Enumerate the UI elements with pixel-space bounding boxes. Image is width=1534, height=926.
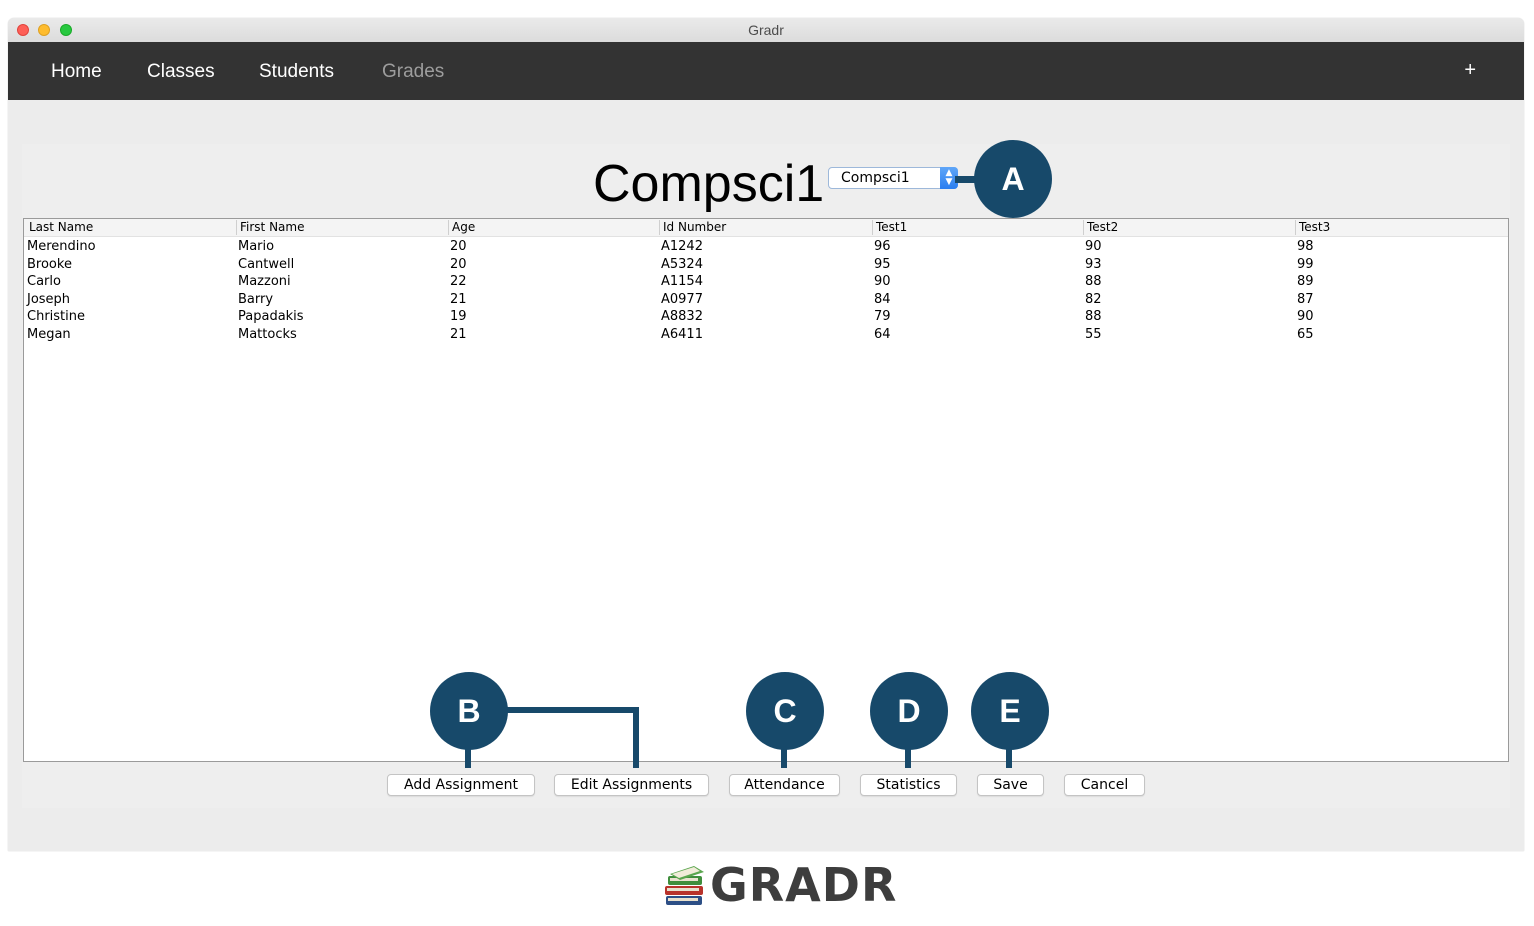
- table-cell: 22: [450, 274, 467, 289]
- table-cell: A1154: [661, 274, 703, 289]
- table-row[interactable]: Joseph Barry 21 A0977 84 82 87: [24, 291, 1508, 309]
- table-cell: Mazzoni: [238, 274, 291, 289]
- table-cell: Papadakis: [238, 309, 304, 324]
- attendance-button[interactable]: Attendance: [729, 774, 840, 796]
- table-cell: Cantwell: [238, 256, 295, 272]
- table-cell: A6411: [661, 326, 703, 342]
- nav-home[interactable]: Home: [51, 61, 102, 83]
- table-cell: 55: [1085, 326, 1102, 342]
- table-cell: 88: [1085, 274, 1102, 289]
- class-title: Compsci1: [593, 155, 825, 213]
- table-cell: Brooke: [27, 256, 72, 272]
- table-cell: 21: [450, 291, 467, 307]
- logo-text: GRADR: [710, 858, 898, 912]
- table-cell: 19: [450, 309, 467, 324]
- table-cell: Megan: [27, 326, 71, 342]
- table-cell: 99: [1297, 256, 1314, 272]
- column-header[interactable]: Age: [448, 220, 475, 235]
- table-cell: A1242: [661, 239, 703, 254]
- table-cell: 90: [1085, 239, 1102, 254]
- window-title: Gradr: [748, 22, 784, 38]
- table-row[interactable]: Merendino Mario 20 A1242 96 90 98: [24, 238, 1508, 256]
- table-header: Last Name First Name Age Id Number Test1…: [24, 219, 1508, 237]
- top-navbar: Home Classes Students Grades +: [8, 42, 1524, 100]
- table-row[interactable]: Carlo Mazzoni 22 A1154 90 88 89: [24, 273, 1508, 291]
- table-cell: 87: [1297, 291, 1314, 307]
- books-stack-icon: [665, 866, 704, 905]
- table-row[interactable]: Megan Mattocks 21 A6411 64 55 65: [24, 326, 1508, 344]
- table-cell: A5324: [661, 256, 703, 272]
- table-cell: 89: [1297, 274, 1314, 289]
- table-cell: Carlo: [27, 274, 61, 289]
- table-cell: 21: [450, 326, 467, 342]
- class-selector-value: Compsci1: [841, 170, 910, 186]
- table-cell: Joseph: [27, 291, 71, 307]
- column-header[interactable]: Test3: [1295, 220, 1330, 235]
- table-cell: 79: [874, 309, 891, 324]
- table-cell: 90: [874, 274, 891, 289]
- column-header[interactable]: First Name: [236, 220, 304, 235]
- title-bar: Gradr: [8, 18, 1524, 43]
- table-cell: 84: [874, 291, 891, 307]
- table-cell: 20: [450, 239, 467, 254]
- callout-e: E: [971, 672, 1049, 750]
- table-cell: 64: [874, 326, 891, 342]
- callout-a: A: [974, 140, 1052, 218]
- table-cell: A0977: [661, 291, 703, 307]
- class-selector[interactable]: Compsci1 ▲ ▼: [828, 167, 958, 189]
- callout-b-connector-horizontal: [505, 707, 639, 713]
- table-cell: 98: [1297, 239, 1314, 254]
- table-cell: 88: [1085, 309, 1102, 324]
- column-header[interactable]: Id Number: [659, 220, 726, 235]
- nav-classes[interactable]: Classes: [147, 61, 215, 83]
- callout-b-connector-vertical: [633, 707, 639, 768]
- table-cell: Mattocks: [238, 326, 297, 342]
- edit-assignments-button[interactable]: Edit Assignments: [554, 774, 709, 796]
- nav-grades[interactable]: Grades: [382, 61, 444, 83]
- column-header[interactable]: Last Name: [26, 220, 93, 235]
- save-button[interactable]: Save: [977, 774, 1044, 796]
- column-header[interactable]: Test1: [872, 220, 907, 235]
- callout-c: C: [746, 672, 824, 750]
- table-row[interactable]: Brooke Cantwell 20 A5324 95 93 99: [24, 256, 1508, 274]
- table-row[interactable]: Christine Papadakis 19 A8832 79 88 90: [24, 308, 1508, 326]
- table-cell: 95: [874, 256, 891, 272]
- table-cell: 90: [1297, 309, 1314, 324]
- table-cell: 96: [874, 239, 891, 254]
- table-cell: 93: [1085, 256, 1102, 272]
- nav-students[interactable]: Students: [259, 61, 334, 83]
- table-cell: Christine: [27, 309, 85, 324]
- statistics-button[interactable]: Statistics: [860, 774, 957, 796]
- callout-b: B: [430, 672, 508, 750]
- add-assignment-button[interactable]: Add Assignment: [387, 774, 535, 796]
- table-cell: Merendino: [27, 239, 96, 254]
- table-cell: 82: [1085, 291, 1102, 307]
- add-button[interactable]: +: [1464, 59, 1476, 82]
- cancel-button[interactable]: Cancel: [1064, 774, 1145, 796]
- table-cell: A8832: [661, 309, 703, 324]
- callout-d: D: [870, 672, 948, 750]
- table-cell: Barry: [238, 291, 274, 307]
- table-cell: 20: [450, 256, 467, 272]
- column-header[interactable]: Test2: [1083, 220, 1118, 235]
- table-cell: Mario: [238, 239, 275, 254]
- table-cell: 65: [1297, 326, 1314, 342]
